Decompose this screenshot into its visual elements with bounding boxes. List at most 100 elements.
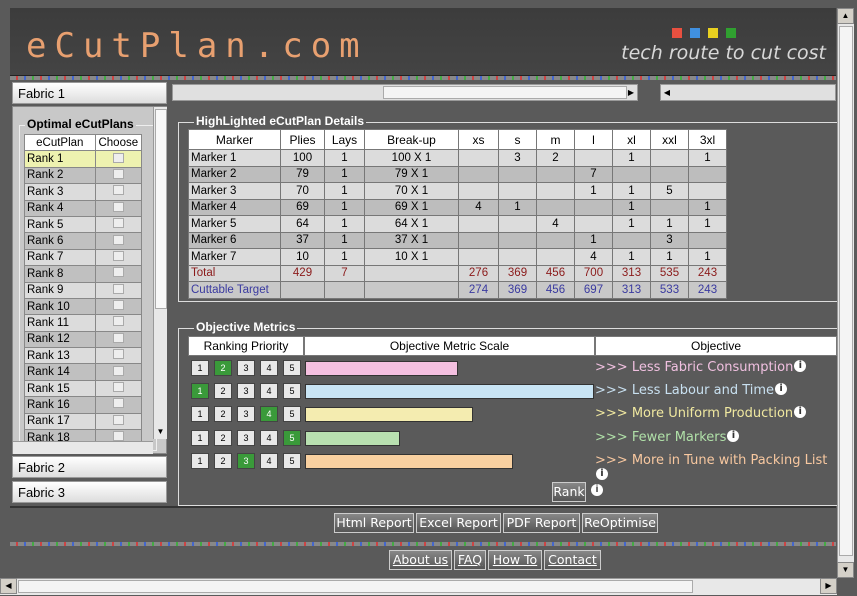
page-vertical-scrollbar[interactable]: ▲ ▼	[837, 8, 854, 578]
priority-option[interactable]: 1	[191, 406, 209, 423]
priority-option[interactable]: 3	[237, 383, 255, 400]
priority-option[interactable]: 2	[214, 429, 232, 446]
rank-label[interactable]: Rank 17	[24, 412, 96, 431]
priority-option[interactable]: 3	[237, 360, 255, 376]
rank-row[interactable]: Rank 6	[24, 232, 143, 250]
choose-checkbox[interactable]	[94, 330, 143, 349]
rank-label[interactable]: Rank 1	[24, 150, 96, 168]
rank-row[interactable]: Rank 9	[24, 281, 143, 299]
choose-checkbox[interactable]	[94, 412, 143, 431]
priority-option[interactable]: 2	[214, 360, 232, 376]
scroll-right-arrow-icon[interactable]: ▶	[625, 85, 637, 100]
rank-label[interactable]: Rank 16	[24, 396, 96, 414]
rank-label[interactable]: Rank 14	[24, 363, 96, 381]
priority-option[interactable]: 2	[214, 383, 232, 400]
priority-option[interactable]: 1	[191, 429, 209, 446]
scroll-left-arrow-icon-page[interactable]: ◀	[0, 578, 17, 594]
rank-label[interactable]: Rank 10	[24, 297, 96, 316]
rank-label[interactable]: Rank 13	[24, 347, 96, 365]
rank-row[interactable]: Rank 14	[24, 363, 143, 381]
rank-label[interactable]: Rank 9	[24, 281, 96, 299]
page-hscroll-thumb[interactable]	[18, 580, 693, 593]
priority-option[interactable]: 1	[191, 360, 209, 376]
fabric-tab-3[interactable]: Fabric 3	[12, 481, 167, 503]
priority-option[interactable]: 5	[283, 452, 301, 469]
rank-label[interactable]: Rank 7	[24, 248, 96, 267]
choose-checkbox[interactable]	[94, 183, 143, 201]
rank-label[interactable]: Rank 4	[24, 199, 96, 217]
excel-report-button[interactable]: Excel Report	[416, 513, 501, 533]
priority-option[interactable]: 5	[283, 383, 301, 400]
choose-checkbox[interactable]	[94, 314, 143, 332]
choose-checkbox[interactable]	[94, 199, 143, 217]
rank-row[interactable]: Rank 13	[24, 347, 143, 365]
priority-option[interactable]: 3	[237, 406, 255, 423]
rank-label[interactable]: Rank 3	[24, 183, 96, 201]
faq-link[interactable]: FAQ	[454, 550, 486, 570]
info-icon[interactable]: i	[727, 429, 740, 442]
page-scroll-thumb[interactable]	[839, 26, 853, 556]
info-icon[interactable]: i	[596, 467, 608, 480]
contact-link[interactable]: Contact	[544, 550, 601, 570]
rank-row[interactable]: Rank 3	[24, 183, 143, 201]
scroll-thumb[interactable]	[383, 86, 627, 99]
rank-row[interactable]: Rank 16	[24, 396, 143, 414]
scroll-up-arrow-icon[interactable]: ▲	[837, 8, 854, 24]
priority-option[interactable]: 3	[237, 452, 255, 469]
rank-row[interactable]: Rank 4	[24, 199, 143, 217]
choose-checkbox[interactable]	[94, 265, 143, 283]
choose-checkbox[interactable]	[94, 396, 143, 414]
rank-row[interactable]: Rank 1	[24, 150, 143, 168]
rank-label[interactable]: Rank 5	[24, 215, 96, 234]
priority-option[interactable]: 4	[260, 452, 278, 469]
priority-option[interactable]: 2	[214, 406, 232, 423]
rank-row[interactable]: Rank 12	[24, 330, 143, 349]
priority-option[interactable]: 1	[191, 383, 209, 400]
fabric-tab-1[interactable]: Fabric 1	[12, 82, 167, 104]
fabric-tab-2[interactable]: Fabric 2	[12, 456, 167, 478]
choose-checkbox[interactable]	[94, 281, 143, 299]
rank-label[interactable]: Rank 15	[24, 379, 96, 398]
choose-checkbox[interactable]	[94, 363, 143, 381]
choose-checkbox[interactable]	[94, 297, 143, 316]
reoptimise-button[interactable]: ReOptimise	[582, 513, 658, 533]
rank-row[interactable]: Rank 11	[24, 314, 143, 332]
priority-option[interactable]: 2	[214, 452, 232, 469]
priority-option[interactable]: 4	[260, 429, 278, 446]
rank-row[interactable]: Rank 8	[24, 265, 143, 283]
priority-option[interactable]: 5	[283, 429, 301, 446]
horizontal-scrollbar[interactable]: ▶	[172, 84, 638, 101]
choose-checkbox[interactable]	[94, 347, 143, 365]
rank-row[interactable]: Rank 7	[24, 248, 143, 267]
info-icon[interactable]: i	[775, 383, 788, 396]
rank-hscroll[interactable]	[13, 441, 153, 454]
rank-scroll-thumb[interactable]	[155, 109, 167, 309]
page-horizontal-scrollbar[interactable]: ◀ ▶	[0, 578, 837, 595]
horizontal-scrollbar-2[interactable]: ◀	[660, 84, 836, 101]
choose-checkbox[interactable]	[94, 215, 143, 234]
html-report-button[interactable]: Html Report	[334, 513, 414, 533]
scroll-down-arrow-icon-page[interactable]: ▼	[837, 562, 854, 578]
scroll-right-arrow-icon-page[interactable]: ▶	[820, 578, 837, 594]
rank-row[interactable]: Rank 2	[24, 166, 143, 185]
rank-label[interactable]: Rank 8	[24, 265, 96, 283]
rank-label[interactable]: Rank 11	[24, 314, 96, 332]
rank-vscroll[interactable]: ▼	[153, 107, 167, 439]
scroll-down-arrow-icon[interactable]: ▼	[154, 427, 167, 439]
priority-option[interactable]: 5	[283, 360, 301, 376]
choose-checkbox[interactable]	[94, 379, 143, 398]
info-icon[interactable]: i	[794, 360, 807, 372]
rank-label[interactable]: Rank 6	[24, 232, 96, 250]
scroll-left-arrow-icon[interactable]: ◀	[661, 85, 673, 100]
choose-checkbox[interactable]	[94, 166, 143, 185]
priority-option[interactable]: 4	[260, 406, 278, 423]
about-us-link[interactable]: About us	[389, 550, 452, 570]
choose-checkbox[interactable]	[94, 248, 143, 267]
rank-row[interactable]: Rank 10	[24, 297, 143, 316]
rank-row[interactable]: Rank 15	[24, 379, 143, 398]
info-icon[interactable]: i	[794, 406, 807, 419]
priority-option[interactable]: 3	[237, 429, 255, 446]
choose-checkbox[interactable]	[94, 232, 143, 250]
rank-label[interactable]: Rank 12	[24, 330, 96, 349]
priority-option[interactable]: 5	[283, 406, 301, 423]
